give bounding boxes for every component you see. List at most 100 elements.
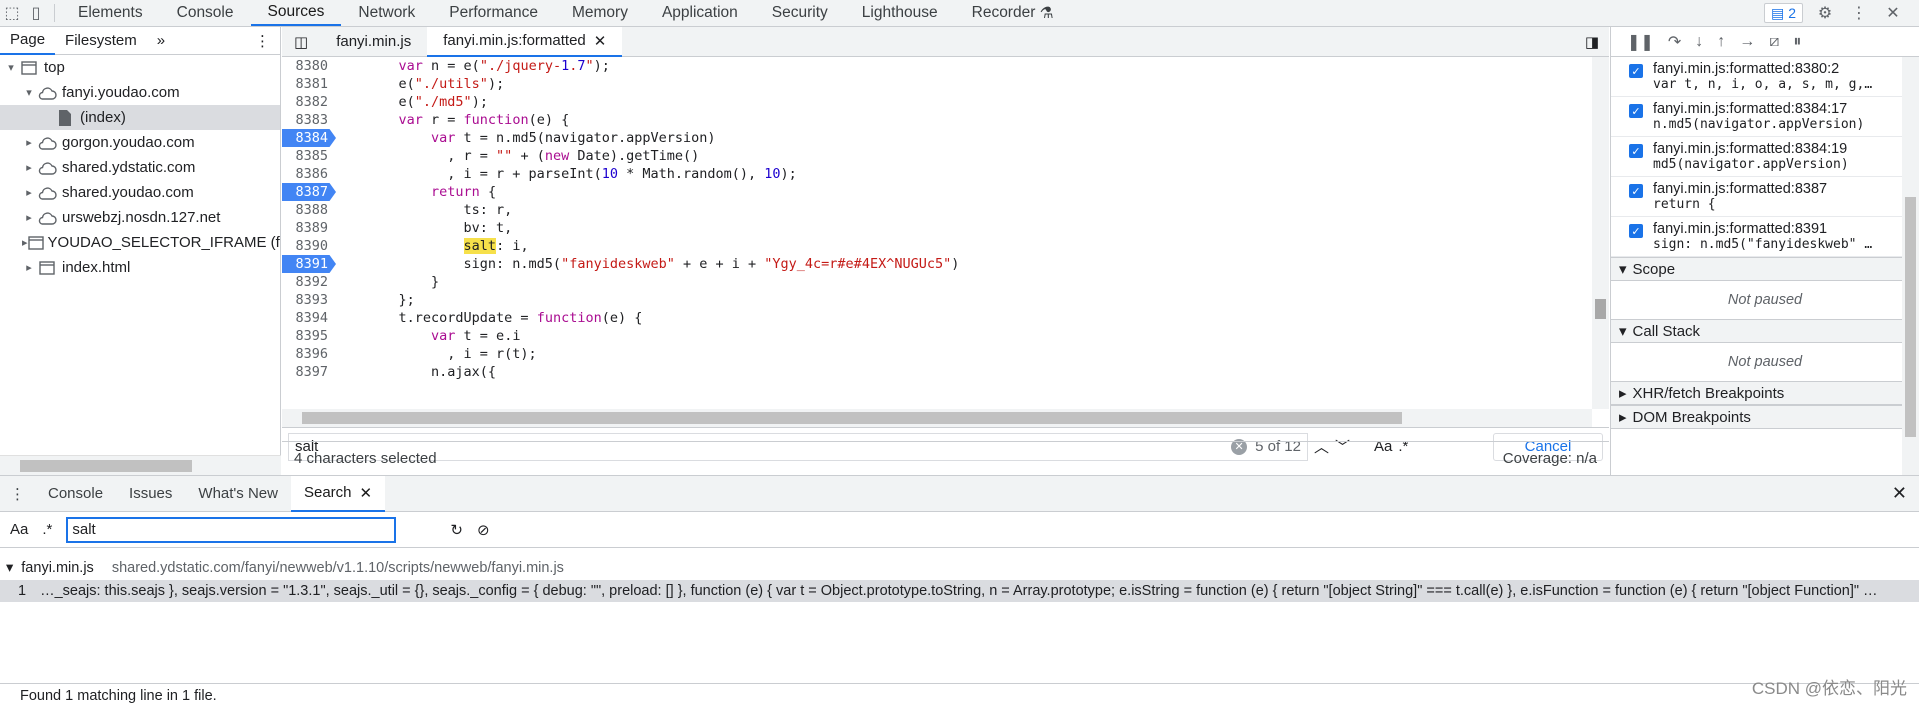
checkbox-checked-icon[interactable]: ✓ [1629, 64, 1643, 78]
tab-recorder[interactable]: Recorder ⚗ [955, 0, 1071, 26]
close-drawer-icon[interactable]: ✕ [1892, 483, 1919, 504]
close-icon[interactable]: ✕ [1881, 0, 1905, 26]
pause-on-exceptions-icon[interactable]: ⏸ [1793, 33, 1801, 51]
code-line[interactable]: 8392 } [282, 273, 1592, 291]
drawer-tab-issues[interactable]: Issues [116, 476, 185, 512]
code-line[interactable]: 8396 , i = r(t); [282, 345, 1592, 363]
tab-network[interactable]: Network [341, 0, 432, 26]
step-out-icon[interactable]: ↑ [1717, 33, 1725, 51]
refresh-icon[interactable]: ↻ [450, 521, 463, 539]
code-line[interactable]: 8380 var n = e("./jquery-1.7"); [282, 57, 1592, 75]
code-line[interactable]: 8383 var r = function(e) { [282, 111, 1592, 129]
step-over-icon[interactable]: ↷ [1668, 32, 1681, 52]
code-line[interactable]: 8388 ts: r, [282, 201, 1592, 219]
code-line[interactable]: 8384 var t = n.md5(navigator.appVersion) [282, 129, 1592, 147]
triangle-right-icon[interactable]: ▸ [22, 136, 36, 149]
line-number[interactable]: 8389 [282, 219, 336, 237]
breakpoint-marker[interactable]: 8384 [282, 129, 336, 147]
toggle-navigator-icon[interactable]: ◫ [282, 27, 320, 57]
triangle-right-icon[interactable]: ▸ [22, 186, 36, 199]
line-number[interactable]: 8381 [282, 75, 336, 93]
step-icon[interactable]: → [1739, 33, 1755, 51]
code-editor[interactable]: 8380 var n = e("./jquery-1.7"); 8381 e(".… [282, 57, 1592, 409]
tree-item[interactable]: ▸ shared.ydstatic.com [0, 155, 280, 180]
match-case-icon[interactable]: Aa [10, 521, 28, 538]
line-number[interactable]: 8393 [282, 291, 336, 309]
line-number[interactable]: 8390 [282, 237, 336, 255]
checkbox-checked-icon[interactable]: ✓ [1629, 104, 1643, 118]
breakpoint-item[interactable]: ✓ fanyi.min.js:formatted:8384:19 md5(navig… [1611, 137, 1919, 177]
line-number[interactable]: 8385 [282, 147, 336, 165]
code-line[interactable]: 8394 t.recordUpdate = function(e) { [282, 309, 1592, 327]
xhr-breakpoints-section[interactable]: ▸ XHR/fetch Breakpoints [1611, 381, 1919, 405]
breakpoint-marker[interactable]: 8391 [282, 255, 336, 273]
drawer-tab-whats-new[interactable]: What's New [185, 476, 291, 512]
breakpoint-item[interactable]: ✓ fanyi.min.js:formatted:8391 sign: n.md5(… [1611, 217, 1919, 257]
line-number[interactable]: 8394 [282, 309, 336, 327]
triangle-down-icon[interactable]: ▾ [4, 61, 18, 74]
deactivate-breakpoints-icon[interactable]: ⧄ [1769, 33, 1779, 51]
tab-page[interactable]: Page [0, 27, 56, 55]
checkbox-checked-icon[interactable]: ✓ [1629, 184, 1643, 198]
editor-vertical-scrollbar[interactable] [1592, 57, 1609, 409]
scrollbar-thumb[interactable] [1905, 197, 1916, 437]
line-number[interactable]: 8392 [282, 273, 336, 291]
checkbox-checked-icon[interactable]: ✓ [1629, 224, 1643, 238]
tab-sources[interactable]: Sources [250, 0, 342, 26]
editor-tab-fanyi-min-js[interactable]: fanyi.min.js [320, 27, 427, 57]
tab-performance[interactable]: Performance [432, 0, 555, 26]
line-number[interactable]: 8396 [282, 345, 336, 363]
scrollbar-thumb[interactable] [1595, 299, 1606, 319]
more-tabs-icon[interactable]: » [147, 27, 175, 55]
more-options-icon[interactable]: ⋮ [1847, 0, 1871, 26]
code-line[interactable]: 8391 sign: n.md5("fanyideskweb" + e + i … [282, 255, 1592, 273]
line-number[interactable]: 8380 [282, 57, 336, 75]
code-line[interactable]: 8387 return { [282, 183, 1592, 201]
scrollbar-thumb[interactable] [302, 412, 1402, 424]
debugger-scrollbar[interactable] [1902, 57, 1919, 475]
breakpoint-item[interactable]: ✓ fanyi.min.js:formatted:8387 return { [1611, 177, 1919, 217]
coverage-status[interactable]: Coverage: n/a [1503, 450, 1597, 467]
drawer-tab-console[interactable]: Console [35, 476, 116, 512]
navigator-scrollbar[interactable] [0, 455, 281, 475]
tree-item[interactable]: (index) [0, 105, 280, 130]
code-line[interactable]: 8389 bv: t, [282, 219, 1592, 237]
drawer-menu-icon[interactable]: ⋮ [0, 476, 35, 512]
tab-filesystem[interactable]: Filesystem [55, 27, 147, 55]
close-icon[interactable]: ✕ [594, 32, 607, 50]
code-line[interactable]: 8385 , r = "" + (new Date).getTime() [282, 147, 1592, 165]
device-toolbar-icon[interactable]: ▯ [24, 0, 48, 26]
tab-console[interactable]: Console [160, 0, 251, 26]
triangle-right-icon[interactable]: ▸ [22, 161, 36, 174]
gear-icon[interactable]: ⚙ [1813, 0, 1837, 26]
tree-item[interactable]: ▾ top [0, 55, 280, 80]
inspect-element-icon[interactable]: ⬚ [0, 0, 24, 26]
triangle-down-icon[interactable]: ▾ [22, 86, 36, 99]
code-line[interactable]: 8381 e("./utils"); [282, 75, 1592, 93]
breakpoint-marker[interactable]: 8387 [282, 183, 336, 201]
search-input[interactable]: salt [66, 516, 397, 543]
tab-application[interactable]: Application [645, 0, 755, 26]
code-line[interactable]: 8390 salt: i, [282, 237, 1592, 255]
scope-section[interactable]: ▾ Scope [1611, 257, 1919, 281]
tree-item[interactable]: ▸ gorgon.youdao.com [0, 130, 280, 155]
code-line[interactable]: 8395 var t = e.i [282, 327, 1592, 345]
drawer-tab-search[interactable]: Search ✕ [290, 475, 386, 512]
callstack-section[interactable]: ▾ Call Stack [1611, 319, 1919, 343]
code-line[interactable]: 8393 }; [282, 291, 1592, 309]
close-icon[interactable]: ✕ [360, 484, 373, 502]
editor-tab-formatted[interactable]: fanyi.min.js:formatted ✕ [427, 26, 623, 57]
line-number[interactable]: 8395 [282, 327, 336, 345]
breakpoint-item[interactable]: ✓ fanyi.min.js:formatted:8380:2 var t, n, … [1611, 57, 1919, 97]
checkbox-checked-icon[interactable]: ✓ [1629, 144, 1643, 158]
tree-item[interactable]: ▸ YOUDAO_SELECTOR_IFRAME (fany [0, 230, 280, 255]
tree-item[interactable]: ▸ index.html [0, 255, 280, 280]
dom-breakpoints-section[interactable]: ▸ DOM Breakpoints [1611, 405, 1919, 429]
result-line[interactable]: 1 …_seajs: this.seajs }, seajs.version =… [0, 580, 1919, 602]
code-line[interactable]: 8397 n.ajax({ [282, 363, 1592, 381]
breakpoint-item[interactable]: ✓ fanyi.min.js:formatted:8384:17 n.md5(nav… [1611, 97, 1919, 137]
line-number[interactable]: 8386 [282, 165, 336, 183]
result-file-row[interactable]: ▾ fanyi.min.js shared.ydstatic.com/fanyi… [0, 556, 1919, 580]
tab-memory[interactable]: Memory [555, 0, 645, 26]
editor-horizontal-scrollbar[interactable] [282, 409, 1592, 427]
